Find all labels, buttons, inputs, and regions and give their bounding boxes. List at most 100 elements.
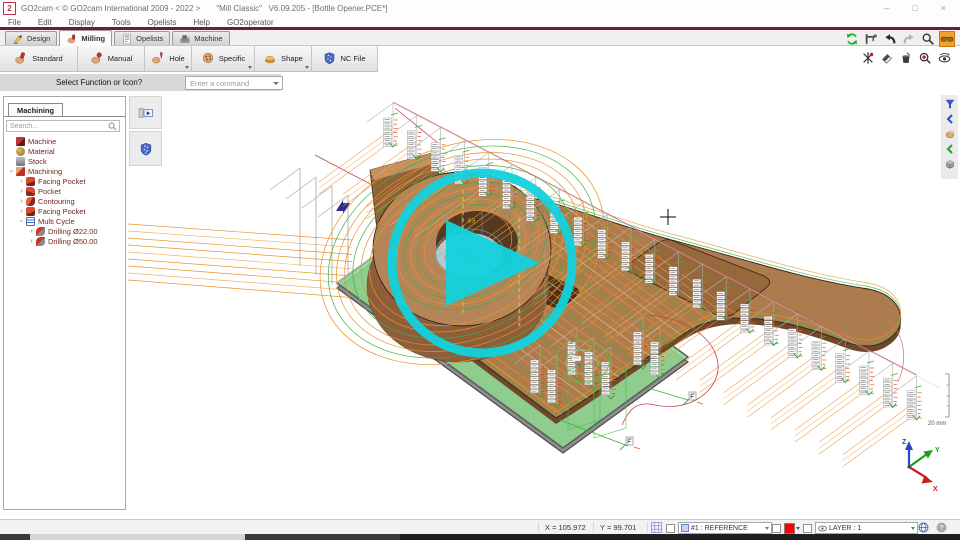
document-title: "Mill Classic" V6.09.205 - [Bottle Opene… [216, 4, 387, 13]
menu-edit[interactable]: Edit [30, 18, 61, 27]
drill-marker [748, 301, 779, 345]
menu-opelists[interactable]: Opelists [140, 18, 186, 27]
tree-item-label: Machine [28, 137, 56, 146]
tab-machining[interactable]: Machining [8, 103, 63, 117]
expander-icon[interactable] [18, 176, 25, 186]
glasses-icon[interactable] [939, 31, 955, 47]
close-button[interactable]: × [941, 0, 946, 17]
grab-icon[interactable] [943, 127, 956, 140]
tree-item-material[interactable]: Material [4, 146, 125, 156]
play-triangle-icon [446, 220, 540, 306]
statusbar: X = 105.972 Y = 99.701 #1 : REFERENCE LA… [0, 519, 960, 534]
expander-icon[interactable] [18, 206, 25, 216]
prev-green-icon[interactable] [943, 142, 956, 155]
feed-flag [620, 437, 640, 450]
tab-machine[interactable]: Machine [172, 31, 229, 45]
minimize-button[interactable]: – [884, 0, 889, 17]
tab-milling[interactable]: Milling [59, 30, 112, 46]
expander-icon[interactable] [28, 226, 35, 236]
tree-item-machine[interactable]: Machine [4, 136, 125, 146]
color-dropdown-icon[interactable] [796, 527, 800, 530]
hole-icon [151, 51, 165, 67]
shape-button[interactable]: Shape [255, 46, 312, 71]
menu-tools[interactable]: Tools [104, 18, 140, 27]
plane-icon [681, 524, 689, 532]
eraser-icon[interactable] [879, 50, 895, 66]
plane-visibility-checkbox[interactable] [666, 524, 675, 533]
expander-icon[interactable] [28, 236, 35, 246]
standard-button[interactable]: Standard [0, 46, 78, 71]
nc-output-button[interactable] [129, 131, 162, 166]
zoom-window-icon[interactable] [917, 50, 933, 66]
redo-icon[interactable] [901, 31, 917, 47]
seek-bar[interactable] [0, 534, 960, 540]
filter-icon[interactable] [943, 97, 956, 110]
command-combobox[interactable]: Enter a command [185, 76, 283, 90]
menu-help[interactable]: Help [186, 18, 219, 27]
ribbon-label: Standard [32, 54, 62, 63]
machining-sim-icon[interactable] [860, 50, 876, 66]
current-color-swatch[interactable] [784, 523, 795, 534]
tree-item-facing-pocket[interactable]: Facing Pocket [4, 176, 125, 186]
zoom-icon[interactable] [920, 31, 936, 47]
drill-marker [551, 327, 582, 379]
tree-item-drilling-22-00[interactable]: Drilling Ø22.00 [4, 226, 125, 236]
grid-toggle-icon[interactable] [651, 522, 662, 533]
tree-item-machining[interactable]: Machining [4, 166, 125, 176]
tree-item-stock[interactable]: Stock [4, 156, 125, 166]
eye-rotate-icon[interactable] [936, 50, 952, 66]
solid-icon[interactable] [943, 157, 956, 170]
undo-icon[interactable] [882, 31, 898, 47]
refresh-icon[interactable] [844, 31, 860, 47]
lead-curves [622, 302, 904, 425]
tab-design[interactable]: Design [5, 31, 57, 45]
drill-marker [581, 215, 612, 259]
chevron-down-icon[interactable] [248, 66, 252, 69]
tab-opelists[interactable]: Opelists [114, 31, 170, 45]
caliper-icon[interactable] [863, 31, 879, 47]
prev-blue-icon[interactable] [943, 112, 956, 125]
color-apply-checkbox[interactable] [772, 524, 781, 533]
tree-item-facing-pocket[interactable]: Facing Pocket [4, 206, 125, 216]
expander-icon[interactable] [18, 186, 25, 196]
machining-panel: Machining Search... MachineMaterialStock… [3, 96, 126, 510]
expander-icon[interactable] [8, 166, 15, 176]
panel-divider [4, 116, 125, 117]
design-icon [12, 33, 24, 45]
manual-button[interactable]: Manual [78, 46, 145, 71]
search-input[interactable]: Search... [6, 120, 120, 132]
maximize-button[interactable]: □ [912, 0, 917, 17]
tree-item-multi-cycle[interactable]: Multi Cycle [4, 216, 125, 226]
drill-marker [772, 314, 803, 358]
help-icon[interactable]: ? [936, 522, 947, 533]
hole-button[interactable]: Hole [145, 46, 192, 71]
nc-file-button[interactable]: NC File [312, 46, 378, 71]
layer-visibility-checkbox[interactable] [803, 524, 812, 533]
chevron-down-icon[interactable] [185, 66, 189, 69]
plane-selector[interactable]: #1 : REFERENCE [678, 522, 772, 534]
chevron-down-icon[interactable] [305, 66, 309, 69]
drill-marker [629, 239, 660, 283]
tree-item-contouring[interactable]: Contouring [4, 196, 125, 206]
specific-button[interactable]: Specific [192, 46, 255, 71]
video-icon [138, 106, 154, 120]
axis-y-label: Y [935, 447, 940, 454]
expander-icon[interactable] [18, 216, 25, 226]
tree-item-pocket[interactable]: Pocket [4, 186, 125, 196]
menu-display[interactable]: Display [61, 18, 104, 27]
world-view-icon[interactable] [918, 522, 929, 533]
stock-plate [337, 192, 688, 453]
nc-shield-icon [139, 141, 153, 157]
video-play-button[interactable] [392, 173, 572, 353]
bucket-icon[interactable] [898, 50, 914, 66]
simulation-video-button[interactable] [129, 96, 162, 129]
menubar: FileEditDisplayToolsOpelistsHelpGO2opera… [0, 17, 960, 27]
scale-ruler: 20 mm [928, 374, 949, 427]
expander-icon[interactable] [18, 196, 25, 206]
tree-item-drilling-50-00[interactable]: Drilling Ø50.00 [4, 236, 125, 246]
layer-selector[interactable]: LAYER : 1 [815, 522, 918, 534]
drill-marker [391, 115, 422, 159]
menu-file[interactable]: File [0, 18, 30, 27]
menu-go2operator[interactable]: GO2operator [219, 18, 283, 27]
search-placeholder: Search... [10, 123, 38, 130]
